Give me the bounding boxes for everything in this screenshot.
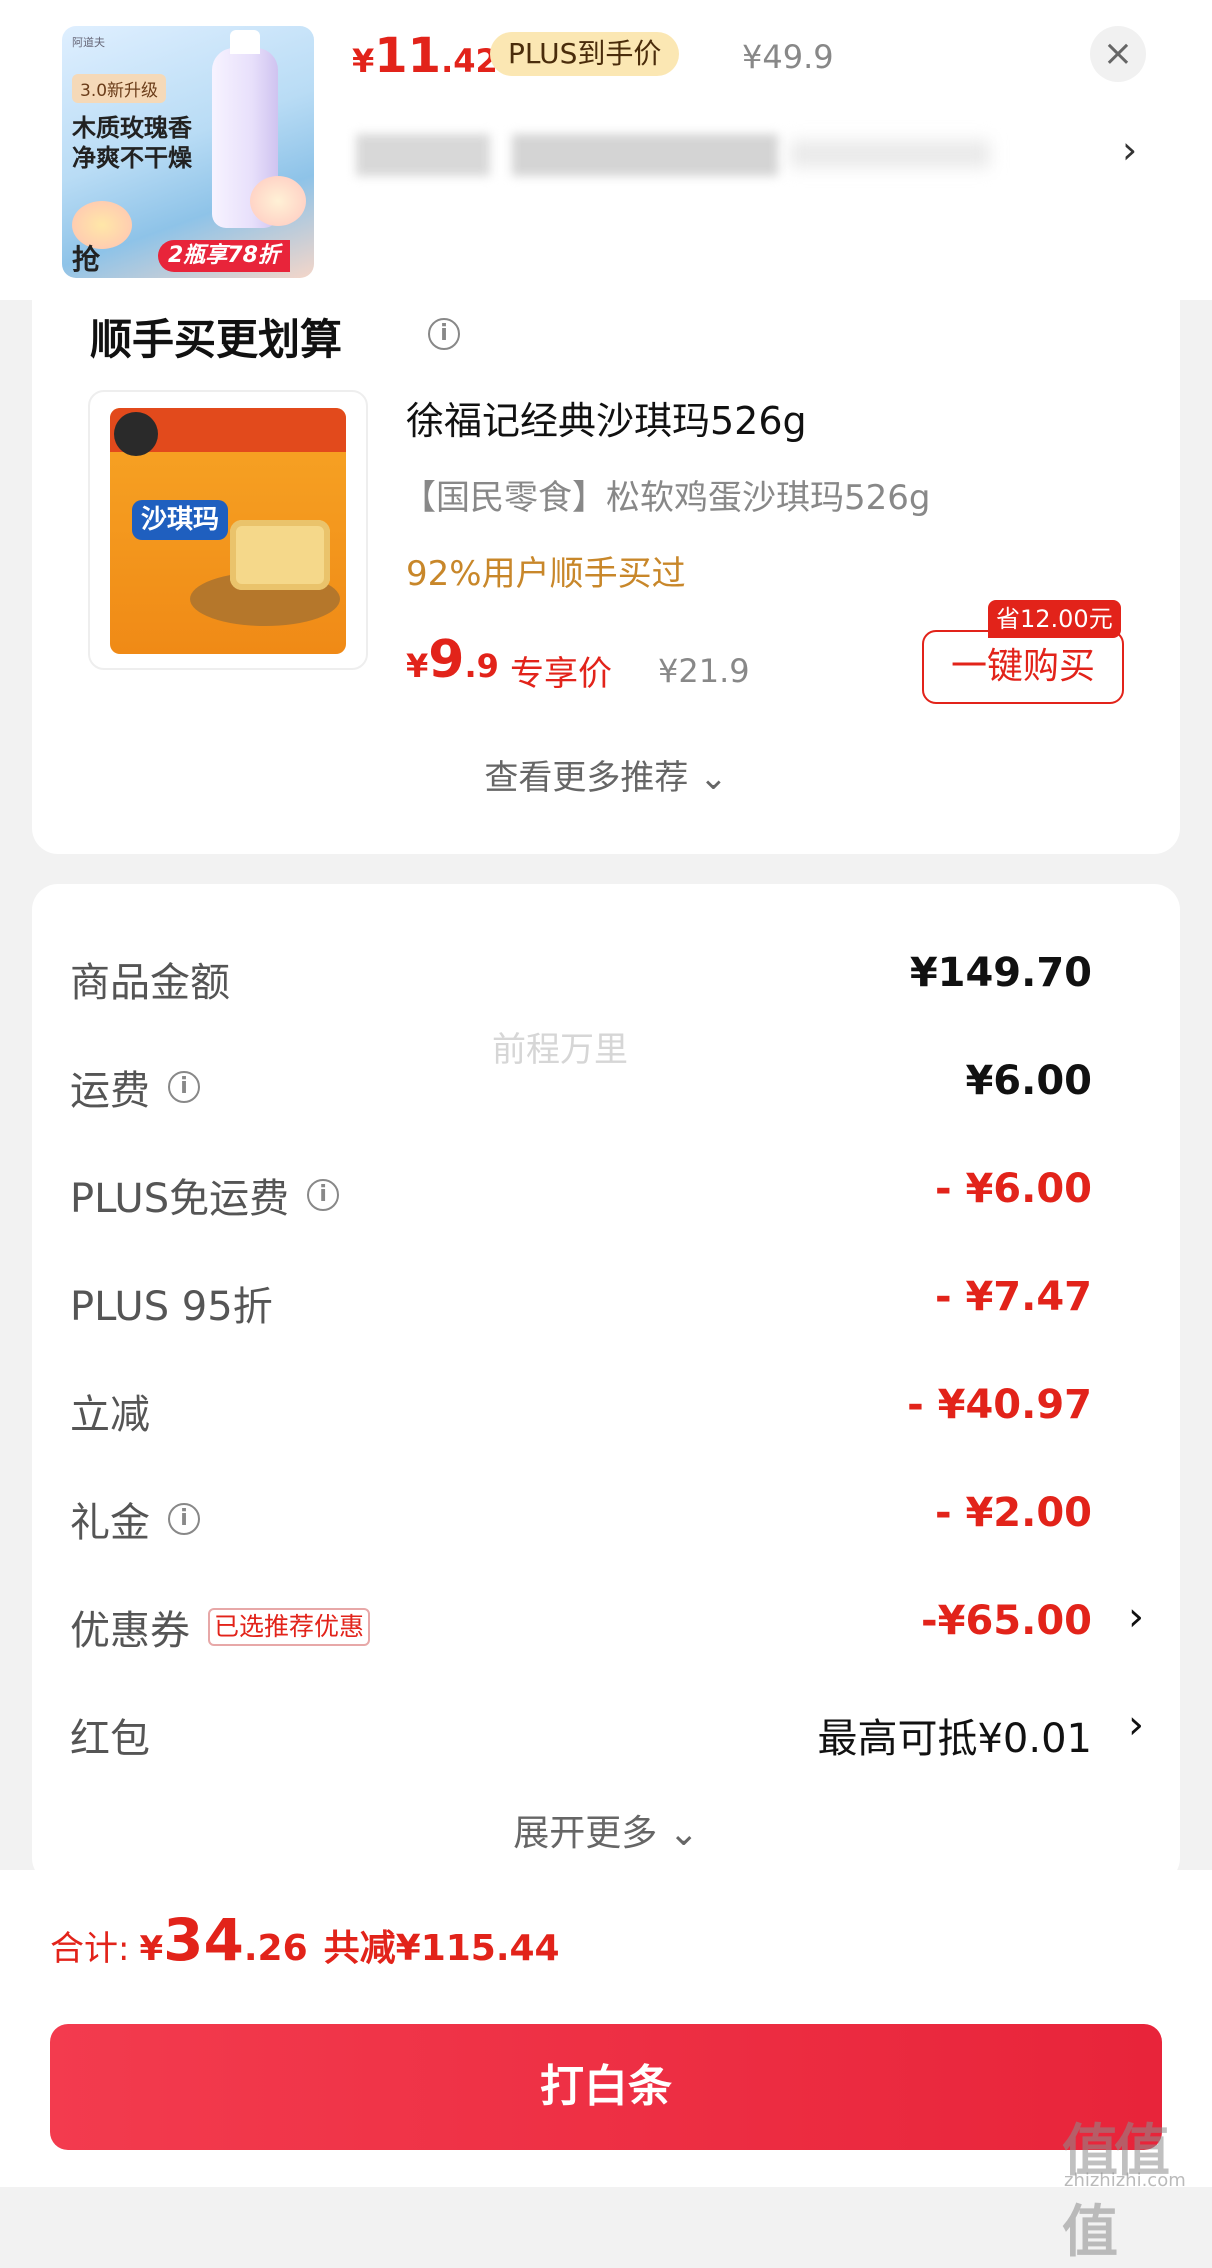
- row-instant-discount: 立减 - ¥40.97: [32, 1372, 1180, 1452]
- total-decimal: .26: [243, 1928, 308, 1969]
- row-value: -¥65.00: [921, 1598, 1092, 1644]
- info-icon[interactable]: i: [168, 1503, 200, 1535]
- price-decimal: .9: [464, 647, 499, 685]
- exclusive-price-label: 专享价: [510, 654, 612, 694]
- view-more-recommendations[interactable]: 查看更多推荐 ⌄: [32, 750, 1180, 799]
- product-name[interactable]: 徐福记经典沙琪玛526g: [406, 390, 807, 445]
- plus-price: ¥ 11 .42: [352, 28, 498, 84]
- blurred-text: [790, 140, 990, 168]
- currency-symbol: ¥: [139, 1929, 164, 1969]
- row-plus-free-shipping: PLUS免运费 i - ¥6.00: [32, 1156, 1180, 1236]
- product-image[interactable]: 沙琪玛: [88, 390, 368, 670]
- row-value: - ¥40.97: [907, 1382, 1092, 1428]
- product-original-price: ¥21.9: [658, 652, 750, 690]
- product-price: ¥ 9 .9: [406, 630, 499, 690]
- chevron-right-icon[interactable]: ›: [1122, 128, 1137, 172]
- site-watermark-url: zhizhizhi.com: [1064, 2170, 1186, 2191]
- row-label: 礼金: [70, 1500, 150, 1546]
- price-integer: 9: [428, 630, 465, 690]
- original-price: ¥49.9: [742, 38, 834, 76]
- savings-badge: 省12.00元: [988, 600, 1121, 638]
- info-icon[interactable]: i: [428, 318, 460, 350]
- close-icon[interactable]: ×: [1090, 26, 1146, 82]
- thumb-brand: 阿道夫: [72, 36, 105, 49]
- row-label: 立减: [70, 1392, 150, 1438]
- total-savings: 共减¥115.44: [323, 1928, 560, 1969]
- total-label: 合计:: [50, 1929, 130, 1969]
- purchase-rate: 92%用户顺手买过: [406, 554, 686, 594]
- coupon-selected-tag: 已选推荐优惠: [208, 1608, 371, 1646]
- expand-more[interactable]: 展开更多 ⌄: [32, 1804, 1180, 1856]
- thumb-promo-banner: 2瓶享78折: [158, 240, 290, 272]
- blurred-text: [356, 134, 490, 176]
- row-gift-money: 礼金 i - ¥2.00: [32, 1480, 1180, 1560]
- order-total: 合计: ¥ 34 .26 共减¥115.44: [50, 1906, 560, 1974]
- price-integer: 11: [374, 28, 442, 84]
- row-label: 红包: [70, 1716, 150, 1762]
- row-value: ¥149.70: [909, 950, 1092, 996]
- row-coupon[interactable]: 优惠券 已选推荐优惠 -¥65.00 ›: [32, 1588, 1180, 1668]
- row-label: PLUS免运费: [70, 1176, 290, 1222]
- info-icon[interactable]: i: [307, 1179, 340, 1211]
- thumb-grab-label: 抢: [72, 243, 101, 276]
- row-value: ¥6.00: [965, 1058, 1092, 1104]
- row-value: - ¥7.47: [934, 1274, 1092, 1320]
- currency-symbol: ¥: [406, 647, 429, 685]
- section-title-text: 顺手买更划算: [90, 315, 343, 364]
- thumb-upgrade-badge: 3.0新升级: [72, 74, 167, 103]
- chevron-right-icon[interactable]: ›: [1128, 1594, 1144, 1640]
- row-value: - ¥2.00: [934, 1490, 1092, 1536]
- plus-price-tag: PLUS到手价: [490, 32, 680, 76]
- flower-decoration: [250, 176, 306, 226]
- product-description: 【国民零食】松软鸡蛋沙琪玛526g: [402, 478, 931, 518]
- recommendation-card: 顺手买更划算 i 沙琪玛 徐福记经典沙琪玛526g 【国民零食】松软鸡蛋沙琪玛5…: [32, 300, 1180, 854]
- thumb-headline-2: 净爽不干燥: [72, 144, 192, 172]
- currency-symbol: ¥: [352, 42, 375, 80]
- cake-shape: [230, 520, 330, 590]
- row-value: - ¥6.00: [934, 1166, 1092, 1212]
- row-plus-discount: PLUS 95折 - ¥7.47: [32, 1264, 1180, 1344]
- pay-button[interactable]: 打白条: [50, 2024, 1162, 2150]
- section-title: 顺手买更划算 i: [90, 306, 460, 367]
- row-shipping: 运费 i ¥6.00: [32, 1048, 1180, 1128]
- info-icon[interactable]: i: [168, 1071, 200, 1103]
- row-label: PLUS 95折: [70, 1284, 273, 1330]
- floating-product-bar: 阿道夫 3.0新升级 木质玫瑰香 净爽不干燥 抢 2瓶享78折 ¥ 11 .42…: [0, 0, 1212, 300]
- total-integer: 34: [163, 1906, 244, 1974]
- row-red-packet[interactable]: 红包 最高可抵¥0.01 ›: [32, 1696, 1180, 1776]
- row-label: 商品金额: [70, 960, 230, 1006]
- brand-logo-circle: [114, 412, 158, 456]
- blurred-text: [512, 134, 778, 176]
- price-detail-card: 前程万里 商品金额 ¥149.70 运费 i ¥6.00 PLUS免运费 i - ¥…: [32, 884, 1180, 1884]
- row-goods-amount: 商品金额 ¥149.70: [32, 940, 1180, 1020]
- checkout-bar: 合计: ¥ 34 .26 共减¥115.44 打白条 值值值 zhizhizhi…: [0, 1870, 1212, 2265]
- product-logo: 沙琪玛: [132, 500, 228, 540]
- one-click-buy-button[interactable]: 一键购买: [922, 630, 1124, 704]
- price-decimal: .42: [441, 42, 498, 80]
- product-thumbnail[interactable]: 阿道夫 3.0新升级 木质玫瑰香 净爽不干燥 抢 2瓶享78折: [62, 26, 314, 278]
- row-value: 最高可抵¥0.01: [817, 1716, 1092, 1762]
- row-label: 优惠券: [70, 1608, 190, 1654]
- chevron-right-icon[interactable]: ›: [1128, 1702, 1144, 1748]
- row-label: 运费: [70, 1068, 150, 1114]
